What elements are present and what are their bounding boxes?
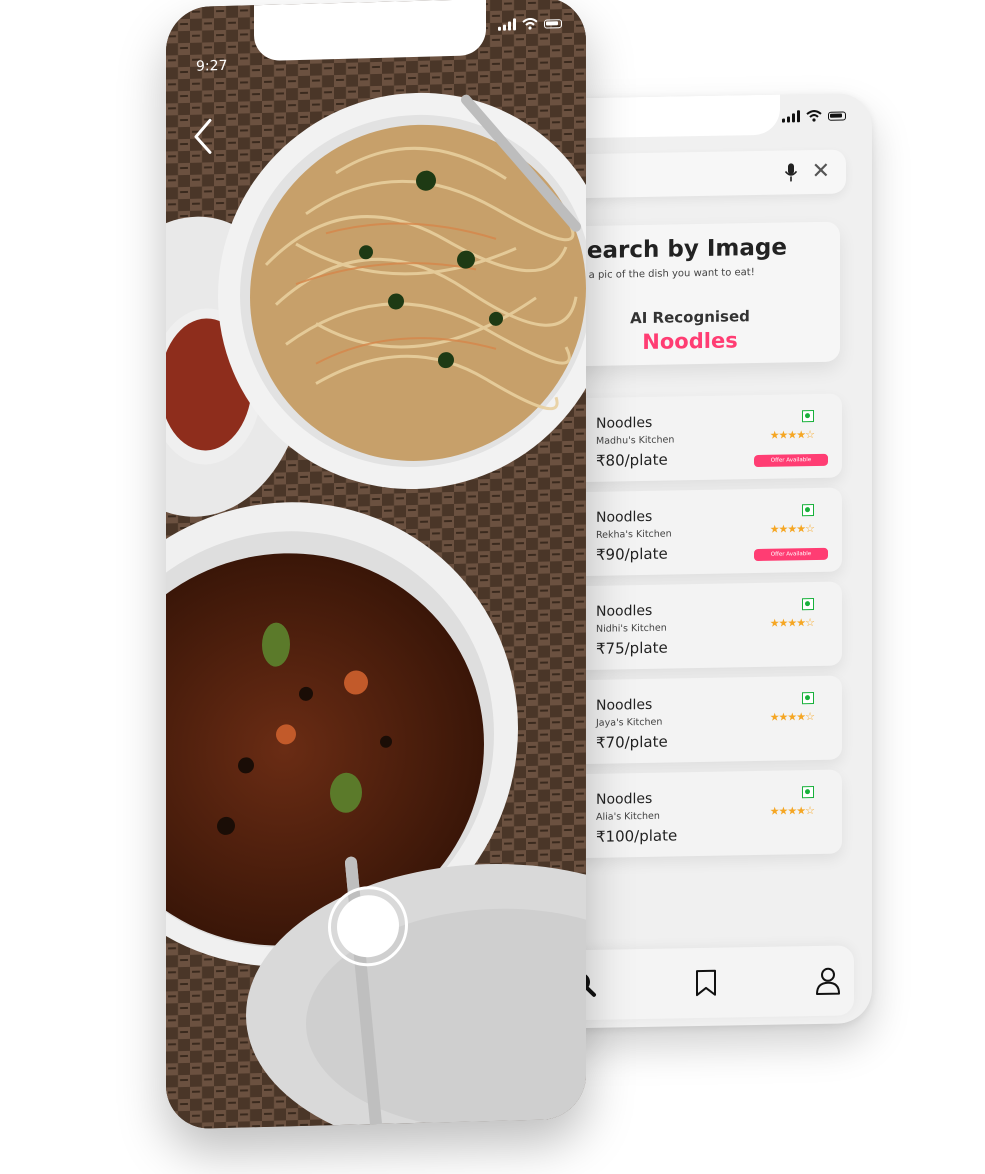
status-time: 9:27 — [196, 57, 228, 75]
kitchen-name: Madhu's Kitchen — [596, 434, 675, 447]
veg-icon — [802, 692, 814, 705]
bookmark-icon — [696, 969, 716, 997]
offer-badge: Offer Available — [754, 547, 828, 562]
status-bar — [498, 17, 562, 31]
signal-icon — [498, 18, 516, 31]
wifi-icon — [806, 110, 822, 122]
kitchen-name: Nidhi's Kitchen — [596, 622, 667, 635]
dish-name: Noodles — [596, 696, 653, 714]
kitchen-name: Jaya's Kitchen — [596, 716, 663, 729]
battery-icon — [544, 18, 562, 29]
battery-icon — [828, 110, 846, 121]
profile-tab[interactable] — [814, 967, 842, 995]
notch — [254, 0, 486, 62]
close-button[interactable]: ✕ — [812, 159, 830, 184]
bottom-tab-bar — [550, 945, 854, 1021]
veg-icon — [802, 598, 814, 611]
shutter-inner — [337, 894, 399, 959]
dish-name: Noodles — [596, 602, 653, 620]
rating-stars: ★★★★☆ — [769, 804, 814, 818]
dish-price: ₹75/plate — [596, 638, 668, 658]
dish-name: Noodles — [596, 790, 653, 808]
app-showcase: ✕ AI Search by Image or upload a pic of … — [0, 0, 985, 1174]
dish-price: ₹70/plate — [596, 732, 668, 752]
wifi-icon — [522, 17, 538, 30]
veg-icon — [802, 504, 814, 517]
offer-badge: Offer Available — [754, 453, 828, 468]
dish-price: ₹90/plate — [596, 544, 668, 564]
signal-icon — [782, 110, 800, 123]
kitchen-name: Alia's Kitchen — [596, 810, 660, 823]
dish-price: ₹100/plate — [596, 826, 678, 846]
rating-stars: ★★★★☆ — [769, 428, 814, 442]
bookmark-tab[interactable] — [692, 969, 720, 997]
rating-stars: ★★★★☆ — [769, 522, 814, 536]
camera-phone: 9:27 — [166, 0, 586, 1130]
rating-stars: ★★★★☆ — [769, 616, 814, 630]
back-arrow-icon[interactable] — [190, 116, 216, 157]
status-bar — [782, 109, 846, 123]
veg-icon — [802, 786, 814, 799]
veg-icon — [802, 410, 814, 423]
dish-name: Noodles — [596, 508, 653, 526]
rating-stars: ★★★★☆ — [769, 710, 814, 724]
mic-icon[interactable] — [784, 162, 798, 182]
dish-name: Noodles — [596, 414, 653, 432]
dish-price: ₹80/plate — [596, 450, 668, 470]
profile-icon — [816, 967, 840, 995]
kitchen-name: Rekha's Kitchen — [596, 528, 672, 541]
